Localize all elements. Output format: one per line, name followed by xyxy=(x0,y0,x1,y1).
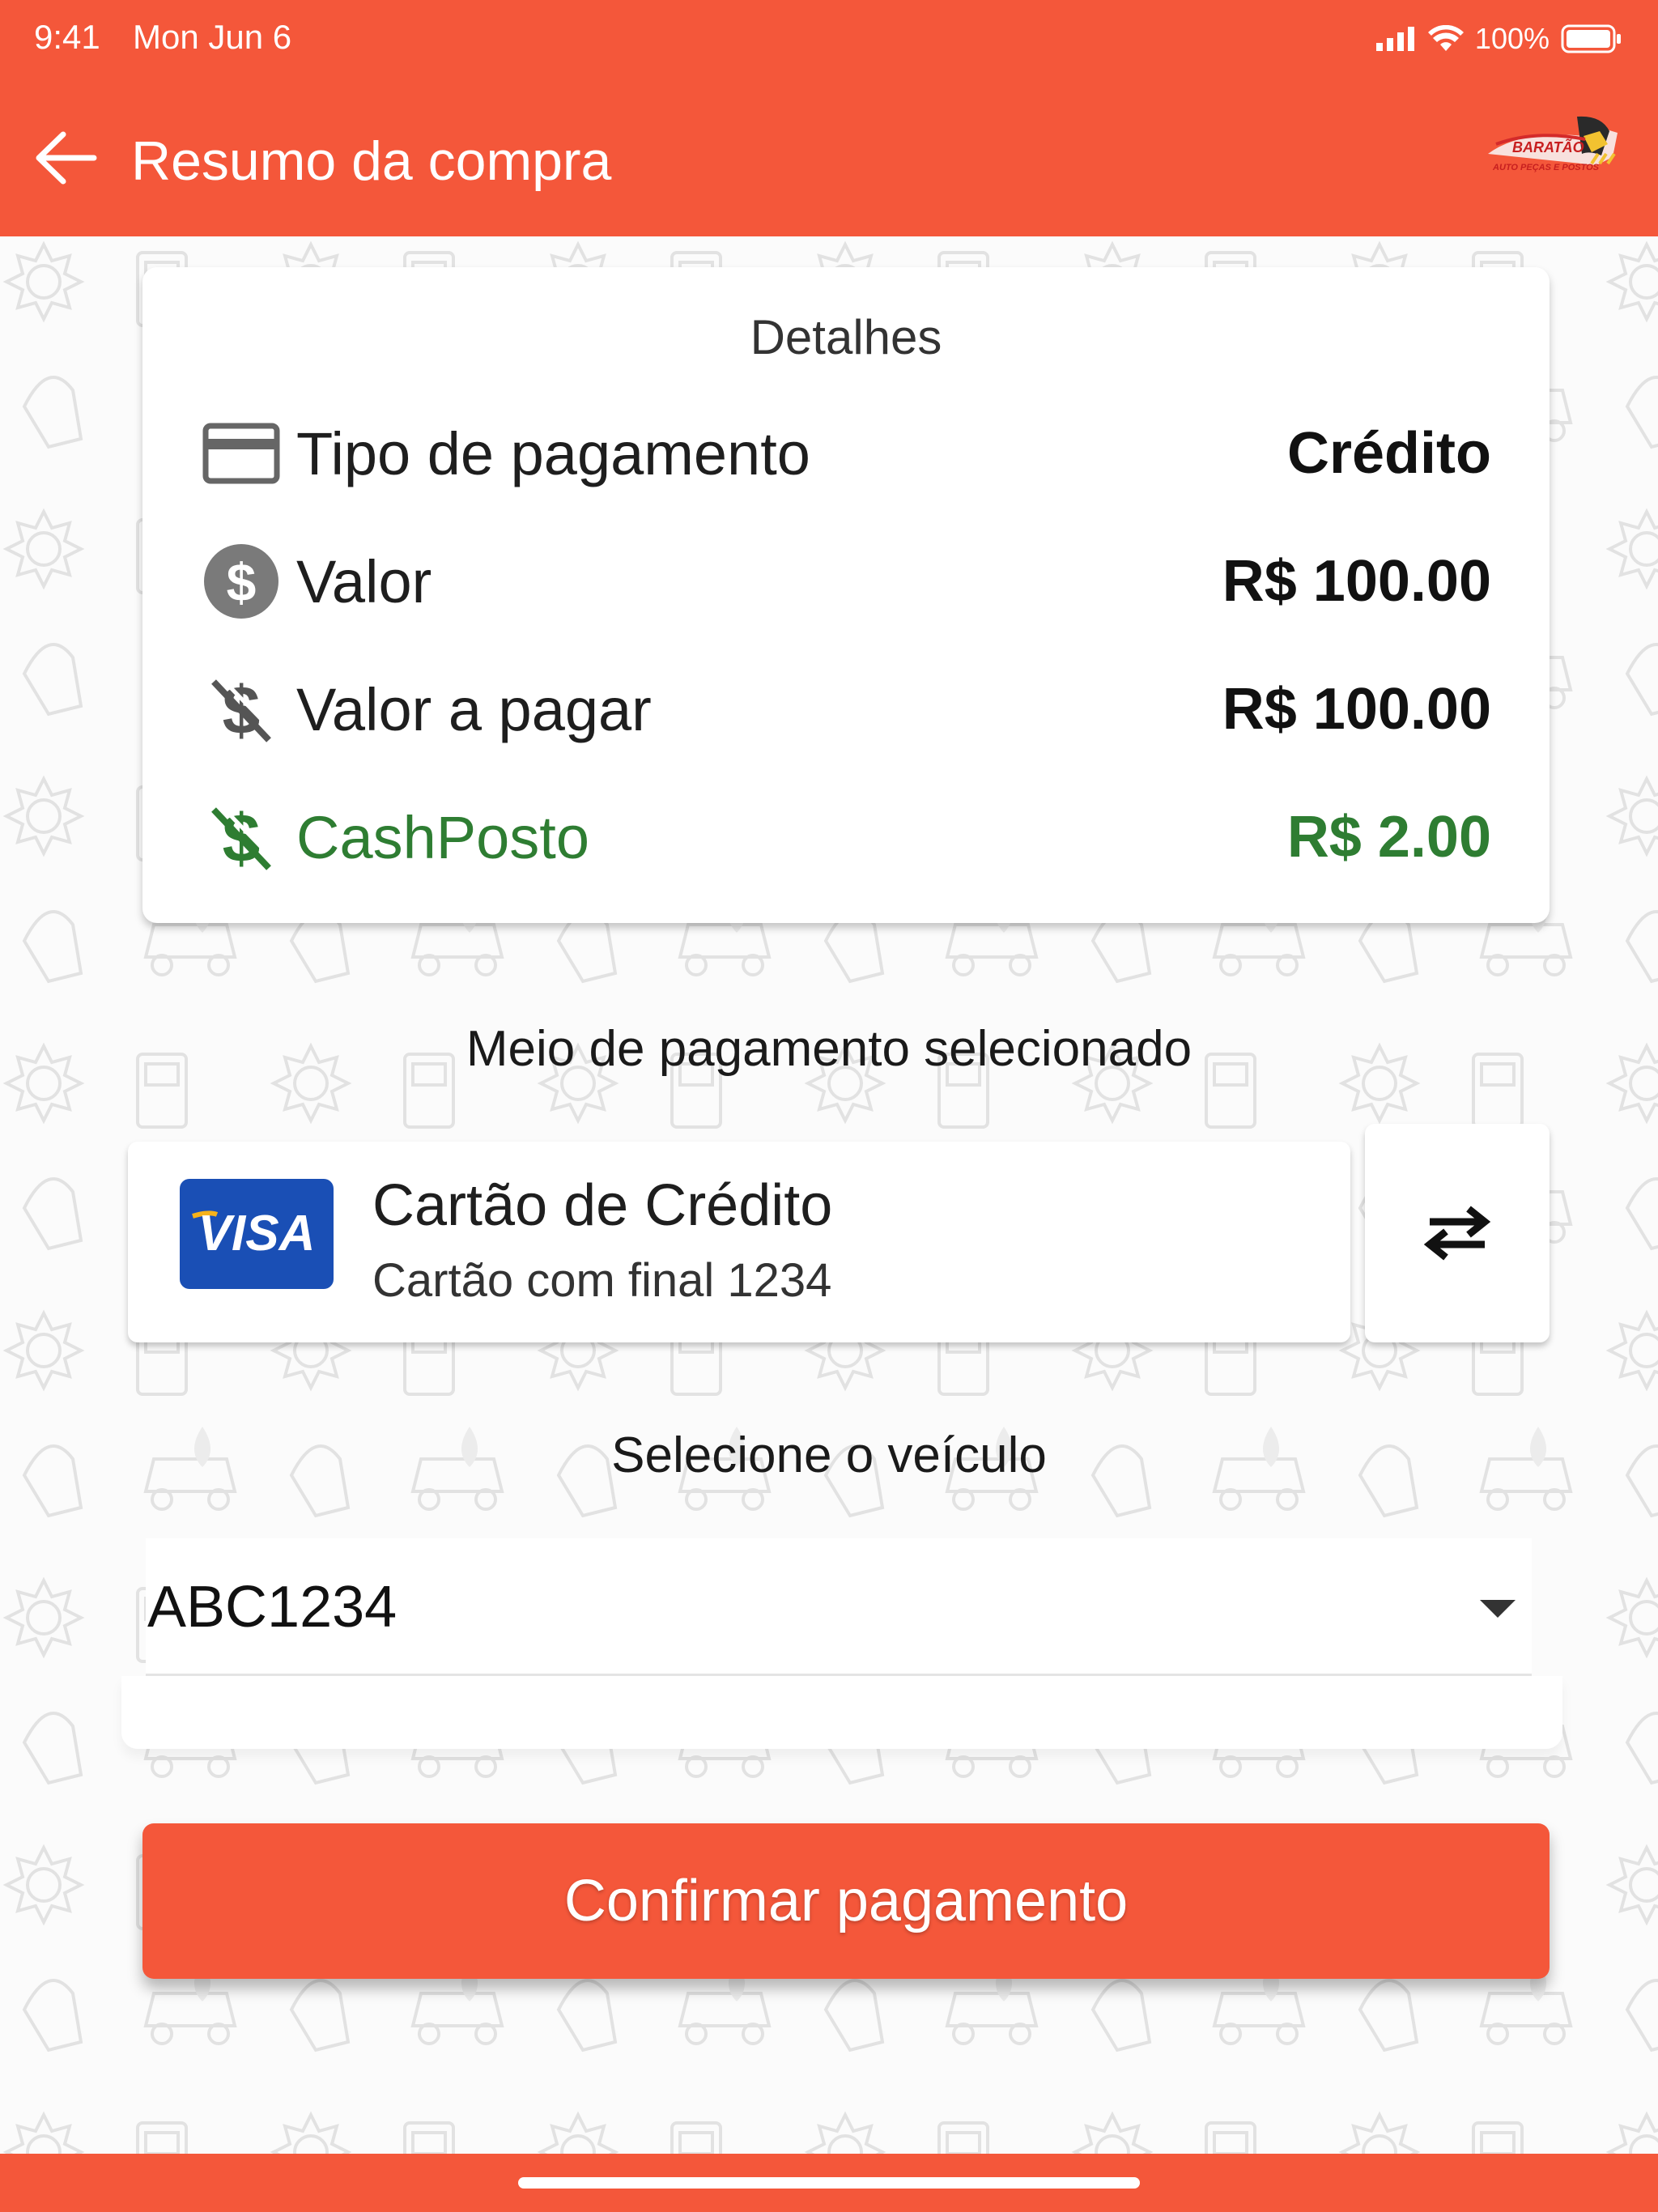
vehicle-dropdown[interactable]: ABC1234 xyxy=(146,1538,1532,1676)
payment-section-title: Meio de pagamento selecionado xyxy=(466,1021,1192,1077)
brand-logo-text: BARATÃO xyxy=(1512,138,1584,155)
visa-logo: VISA xyxy=(180,1179,334,1289)
visa-brand-text: VISA xyxy=(198,1206,316,1261)
dropdown-arrow-icon xyxy=(1480,1600,1516,1618)
change-payment-button[interactable] xyxy=(1365,1124,1550,1342)
detail-value: R$ 100.00 xyxy=(1222,549,1491,614)
cellular-signal-icon xyxy=(1375,27,1414,51)
back-button[interactable] xyxy=(24,121,105,194)
dollar-off-icon: $ xyxy=(202,669,287,750)
details-title: Detalhes xyxy=(750,310,942,364)
vehicle-selected-value: ABC1234 xyxy=(147,1575,397,1640)
page-title: Resumo da compra xyxy=(131,130,612,192)
selected-payment-card[interactable]: VISA Cartão de Crédito Cartão com final … xyxy=(128,1142,1350,1342)
battery-percentage: 100% xyxy=(1474,22,1550,55)
dollar-circle-icon: $ xyxy=(202,541,287,622)
detail-row-value: $ Valor R$ 100.00 xyxy=(202,541,1491,622)
cashback-dollar-icon: $ xyxy=(202,797,287,878)
svg-text:$: $ xyxy=(227,552,257,612)
arrow-left-icon xyxy=(36,131,97,185)
wifi-icon xyxy=(1427,25,1464,51)
payment-method-name: Cartão de Crédito xyxy=(372,1173,833,1238)
vehicle-select-backdrop xyxy=(121,1676,1562,1749)
screen: 9:41 Mon Jun 6 100% Resumo da compra BAR… xyxy=(0,0,1658,2212)
status-indicators: 100% xyxy=(1375,16,1622,62)
detail-row-payment-type: Tipo de pagamento Crédito xyxy=(202,413,1491,494)
payment-method-detail: Cartão com final 1234 xyxy=(372,1254,832,1307)
detail-row-cashback: $ CashPosto R$ 2.00 xyxy=(202,797,1491,878)
status-date: Mon Jun 6 xyxy=(133,18,292,56)
detail-label: Valor xyxy=(296,547,432,615)
details-card: Detalhes Tipo de pagamento Crédito $ Val… xyxy=(142,267,1550,923)
detail-value: Crédito xyxy=(1287,421,1491,486)
brand-logo: BARATÃO AUTO PEÇAS E POSTOS xyxy=(1488,116,1618,172)
confirm-payment-button[interactable]: Confirmar pagamento xyxy=(142,1823,1550,1979)
app-bar: 9:41 Mon Jun 6 100% Resumo da compra BAR… xyxy=(0,0,1658,236)
detail-label: Valor a pagar xyxy=(296,675,652,743)
detail-row-amount-due: $ Valor a pagar R$ 100.00 xyxy=(202,669,1491,750)
brand-logo-subtext: AUTO PEÇAS E POSTOS xyxy=(1492,163,1600,172)
detail-value: R$ 100.00 xyxy=(1222,677,1491,742)
swap-arrows-icon xyxy=(1423,1206,1491,1261)
battery-icon xyxy=(1561,24,1621,53)
home-indicator[interactable] xyxy=(518,2177,1140,2189)
credit-card-icon xyxy=(202,413,287,494)
detail-label: Tipo de pagamento xyxy=(296,419,810,487)
vehicle-section-title: Selecione o veículo xyxy=(611,1427,1047,1483)
detail-value: R$ 2.00 xyxy=(1286,805,1491,870)
dropdown-underline xyxy=(146,1674,1532,1676)
detail-label: CashPosto xyxy=(296,803,589,871)
status-time: 9:41 xyxy=(34,18,100,56)
